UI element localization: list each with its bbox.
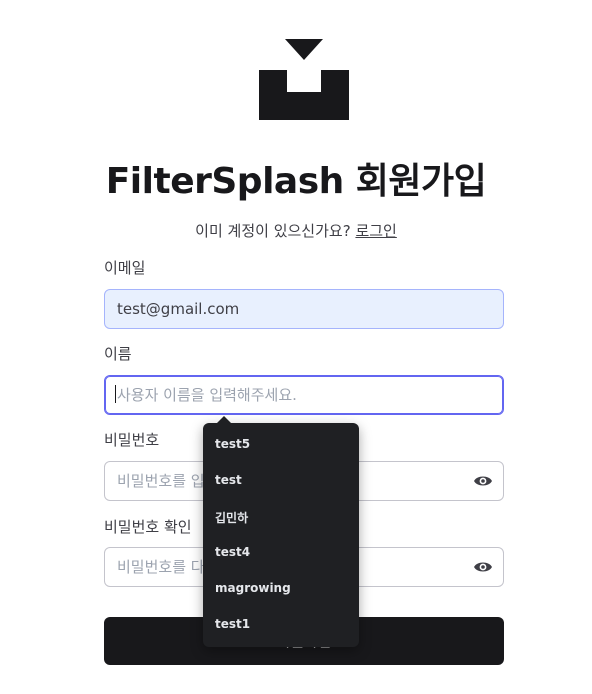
email-label: 이메일 xyxy=(104,259,146,277)
login-prompt-text: 이미 계정이 있으신가요? xyxy=(195,222,351,240)
autocomplete-item[interactable]: test4 xyxy=(215,545,250,559)
autocomplete-item[interactable]: test5 xyxy=(215,437,250,451)
eye-icon[interactable] xyxy=(473,473,493,489)
text-caret xyxy=(115,385,116,403)
eye-icon[interactable] xyxy=(473,559,493,575)
password-label: 비밀번호 xyxy=(104,431,160,449)
autocomplete-item[interactable]: test1 xyxy=(215,617,250,631)
login-link[interactable]: 로그인 xyxy=(355,222,396,240)
password-placeholder: 비밀번호를 입 xyxy=(117,472,205,490)
password-confirm-placeholder: 비밀번호를 다 xyxy=(117,558,205,576)
email-field[interactable]: test@gmail.com xyxy=(104,289,504,329)
autocomplete-item[interactable]: 깁민하 xyxy=(215,509,248,526)
logo-download-icon xyxy=(259,39,349,120)
name-placeholder: 사용자 이름을 입력해주세요. xyxy=(117,386,297,404)
login-prompt: 이미 계정이 있으신가요? 로그인 xyxy=(0,220,592,241)
page-title: FilterSplash 회원가입 xyxy=(105,161,487,202)
autocomplete-item[interactable]: magrowing xyxy=(215,581,291,595)
autocomplete-dropdown: test5 test 깁민하 test4 magrowing test1 xyxy=(203,416,359,647)
name-field[interactable]: 사용자 이름을 입력해주세요. xyxy=(104,375,504,415)
autocomplete-item[interactable]: test xyxy=(215,473,242,487)
name-label: 이름 xyxy=(104,345,132,363)
password-confirm-label: 비밀번호 확인 xyxy=(104,518,192,536)
email-value: test@gmail.com xyxy=(117,300,240,318)
